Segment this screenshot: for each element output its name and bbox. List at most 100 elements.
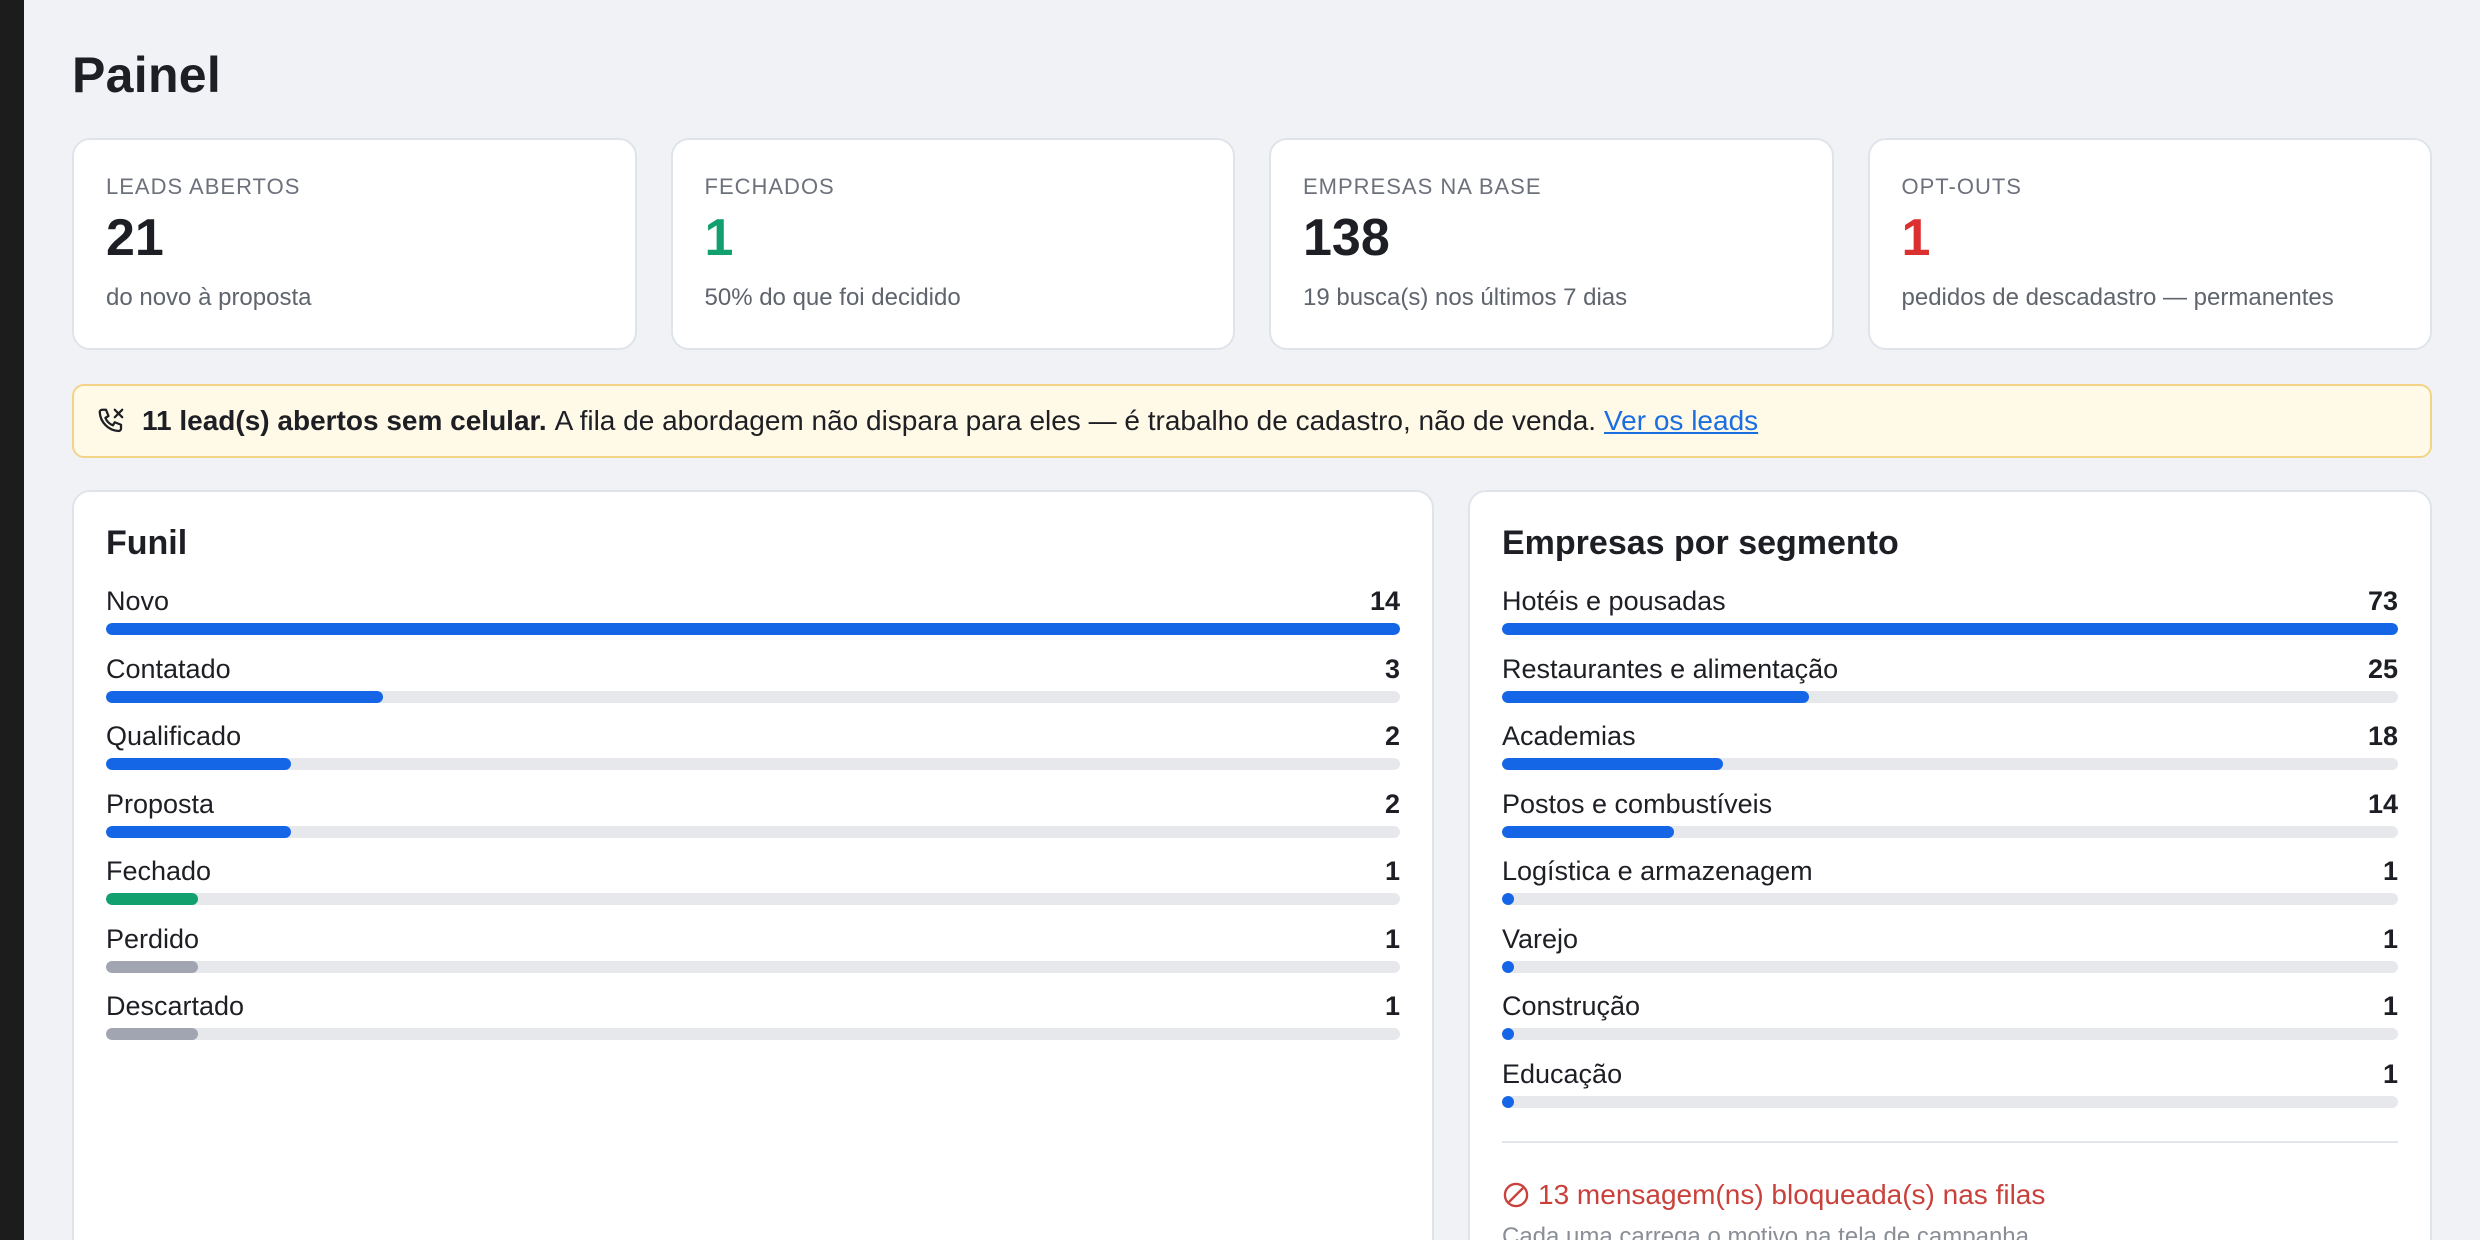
stat-cards: LEADS ABERTOS 21 do novo à proposta FECH… bbox=[72, 138, 2432, 350]
funnel-stage-label: Fechado bbox=[106, 856, 212, 886]
segment-bar-fill bbox=[1502, 623, 2398, 635]
view-leads-link[interactable]: Ver os leads bbox=[1604, 405, 1758, 437]
blocked-icon bbox=[1503, 1182, 1529, 1208]
funnel-stage-row-header: Qualificado 2 bbox=[106, 718, 1400, 754]
funnel-stage-row: Descartado 1 bbox=[106, 988, 1400, 1056]
divider bbox=[1502, 1141, 2398, 1143]
segment-row-header: Educação 1 bbox=[1502, 1056, 2398, 1092]
segment-count: 14 bbox=[2367, 788, 2398, 819]
stat-card-empresas-na-base: EMPRESAS NA BASE 138 19 busca(s) nos últ… bbox=[1269, 138, 1834, 350]
funnel-stage-count: 2 bbox=[1384, 788, 1400, 819]
stat-card-subtitle: do novo à proposta bbox=[106, 284, 312, 311]
funnel-stage-bar-fill bbox=[106, 893, 199, 905]
funnel-stage-label: Novo bbox=[106, 586, 170, 616]
segment-label: Postos e combustíveis bbox=[1502, 788, 1773, 819]
funnel-stage-label: Perdido bbox=[106, 923, 200, 954]
segment-bar-track bbox=[1502, 1028, 2398, 1040]
blocked-messages-link[interactable]: 13 mensagem(ns) bloqueada(s) nas filas bbox=[1502, 1179, 2398, 1211]
segments-panel: Empresas por segmento Hotéis e pousadas 7… bbox=[1468, 490, 2432, 1240]
alert-title: 11 lead(s) abertos sem celular. bbox=[142, 405, 547, 436]
stat-card-label: EMPRESAS NA BASE bbox=[1303, 174, 1542, 199]
funnel-stage-bar-track bbox=[106, 893, 1400, 905]
segments-title: Empresas por segmento bbox=[1502, 524, 1899, 562]
funnel-stage-bar-fill bbox=[106, 1028, 199, 1040]
blocked-messages-subtitle: Cada uma carrega o motivo na tela de cam… bbox=[1502, 1223, 2036, 1240]
segment-count: 1 bbox=[2382, 923, 2398, 954]
stat-card-value: 138 bbox=[1303, 209, 1390, 267]
segment-row-header: Varejo 1 bbox=[1502, 921, 2398, 957]
segment-row-header: Postos e combustíveis 14 bbox=[1502, 786, 2398, 822]
segment-label: Logística e armazenagem bbox=[1502, 856, 1813, 886]
funnel-stage-count: 1 bbox=[1384, 991, 1400, 1021]
segment-bar-track bbox=[1502, 690, 2398, 703]
segment-row: Construção 1 bbox=[1502, 988, 2398, 1056]
stat-card-leads-abertos: LEADS ABERTOS 21 do novo à proposta bbox=[72, 138, 637, 350]
stat-card-label: FECHADOS bbox=[704, 174, 835, 199]
funnel-stage-row-header: Fechado 1 bbox=[106, 853, 1400, 889]
phone-off-icon bbox=[98, 408, 124, 433]
funnel-stage-count: 1 bbox=[1384, 856, 1400, 886]
segment-label: Educação bbox=[1502, 1058, 1623, 1089]
funnel-stage-label: Proposta bbox=[106, 788, 215, 819]
funnel-stage-bar-fill bbox=[106, 690, 384, 703]
funnel-stage-count: 1 bbox=[1384, 923, 1400, 954]
segment-row-header: Hotéis e pousadas 73 bbox=[1502, 583, 2398, 619]
funnel-stage-row: Perdido 1 bbox=[106, 921, 1400, 989]
segment-count: 18 bbox=[2367, 721, 2398, 751]
segment-bar-track bbox=[1502, 825, 2398, 838]
funnel-stage-bar-fill bbox=[106, 960, 199, 973]
funnel-stage-row-header: Perdido 1 bbox=[106, 921, 1400, 957]
segment-bar-track bbox=[1502, 1095, 2398, 1108]
funnel-stage-label: Contatado bbox=[106, 653, 231, 684]
segment-bar-fill bbox=[1502, 960, 1515, 973]
segment-row: Postos e combustíveis 14 bbox=[1502, 786, 2398, 854]
segment-row-header: Logística e armazenagem 1 bbox=[1502, 853, 2398, 889]
funnel-stage-label: Qualificado bbox=[106, 721, 242, 751]
segment-bar-track bbox=[1502, 758, 2398, 770]
segment-bar-fill bbox=[1502, 758, 1723, 770]
funnel-stage-bar-track bbox=[106, 960, 1400, 973]
funnel-panel: Funil Novo 14 Contatado 3 Qualificado 2 Propos… bbox=[72, 490, 1434, 1240]
segment-count: 25 bbox=[2367, 653, 2398, 684]
blocked-messages-text: 13 mensagem(ns) bloqueada(s) nas filas bbox=[1538, 1179, 2046, 1210]
missing-phone-alert: 11 lead(s) abertos sem celular. A fila d… bbox=[72, 384, 2432, 458]
funnel-stage-bar-track bbox=[106, 1028, 1400, 1040]
stat-card-value: 21 bbox=[106, 209, 164, 267]
segment-count: 73 bbox=[2367, 586, 2398, 616]
funnel-stage-bar-track bbox=[106, 825, 1400, 838]
funnel-stage-row-header: Contatado 3 bbox=[106, 651, 1400, 687]
segment-label: Hotéis e pousadas bbox=[1502, 586, 1726, 616]
funnel-stage-label: Descartado bbox=[106, 991, 245, 1021]
segment-row: Logística e armazenagem 1 bbox=[1502, 853, 2398, 921]
segment-label: Restaurantes e alimentação bbox=[1502, 653, 1839, 684]
window-edge bbox=[0, 0, 24, 1240]
segment-row: Hotéis e pousadas 73 bbox=[1502, 583, 2398, 651]
stat-card-label: OPT-OUTS bbox=[1901, 174, 2022, 199]
funnel-stage-row: Proposta 2 bbox=[106, 786, 1400, 854]
segment-bar-fill bbox=[1502, 690, 1809, 703]
segment-label: Varejo bbox=[1502, 923, 1579, 954]
segment-label: Academias bbox=[1502, 721, 1636, 751]
segment-row-header: Restaurantes e alimentação 25 bbox=[1502, 651, 2398, 687]
funnel-stage-bar-track bbox=[106, 690, 1400, 703]
funnel-stage-row-header: Descartado 1 bbox=[106, 988, 1400, 1024]
funnel-stage-count: 14 bbox=[1369, 586, 1400, 616]
segment-count: 1 bbox=[2382, 1058, 2398, 1089]
segment-bar-track bbox=[1502, 960, 2398, 973]
funnel-list: Novo 14 Contatado 3 Qualificado 2 Proposta 2 Fec… bbox=[106, 583, 1400, 1056]
segment-count: 1 bbox=[2382, 856, 2398, 886]
funnel-title: Funil bbox=[106, 524, 188, 562]
stat-card-subtitle: 50% do que foi decidido bbox=[704, 284, 961, 311]
funnel-stage-bar-fill bbox=[106, 825, 291, 838]
funnel-stage-count: 2 bbox=[1384, 721, 1400, 751]
stat-card-subtitle: pedidos de descadastro — permanentes bbox=[1901, 284, 2334, 311]
segment-bar-fill bbox=[1502, 825, 1674, 838]
stat-card-subtitle: 19 busca(s) nos últimos 7 dias bbox=[1303, 284, 1628, 311]
funnel-stage-count: 3 bbox=[1384, 653, 1400, 684]
funnel-stage-row-header: Novo 14 bbox=[106, 583, 1400, 619]
segment-bar-fill bbox=[1502, 1028, 1515, 1040]
stat-card-fechados: FECHADOS 1 50% do que foi decidido bbox=[670, 138, 1235, 350]
funnel-stage-row: Contatado 3 bbox=[106, 651, 1400, 719]
segment-bar-fill bbox=[1502, 1095, 1515, 1108]
funnel-stage-row-header: Proposta 2 bbox=[106, 786, 1400, 822]
